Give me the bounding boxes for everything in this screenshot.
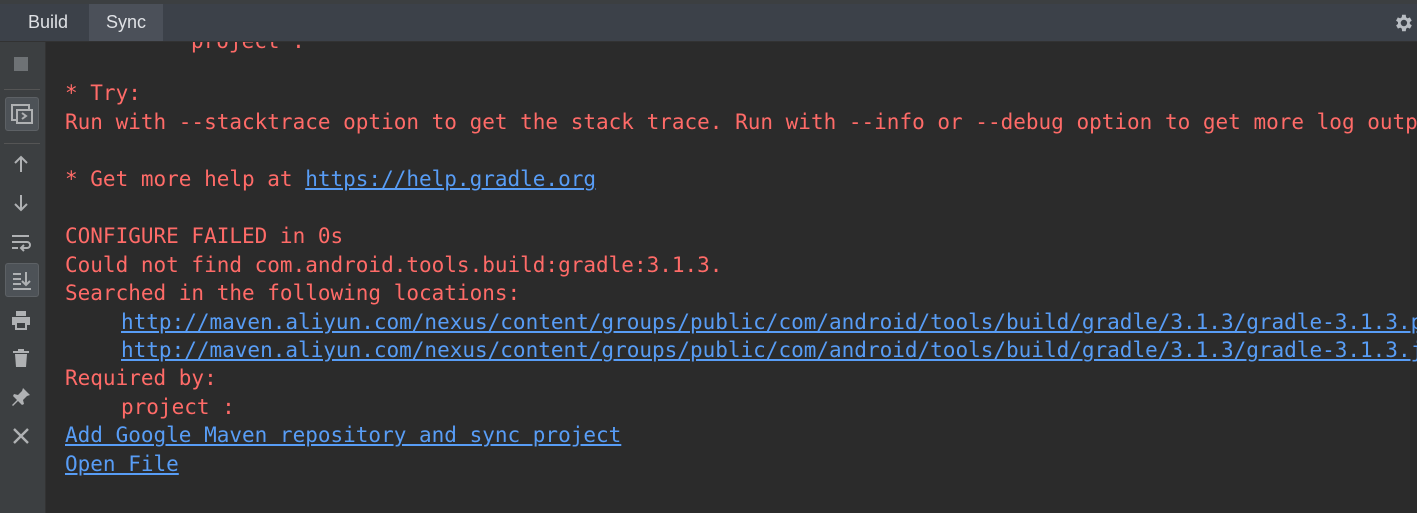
stop-icon <box>14 57 28 71</box>
scroll-to-end-button[interactable] <box>5 263 39 297</box>
close-icon <box>13 428 29 444</box>
try-header: * Try: <box>65 81 141 105</box>
tool-window-tab-bar: Build Sync <box>0 4 1417 42</box>
add-google-maven-link[interactable]: Add Google Maven repository and sync pro… <box>65 421 621 449</box>
tab-build[interactable]: Build <box>8 4 88 41</box>
tab-sync[interactable]: Sync <box>89 4 163 41</box>
print-icon <box>12 311 30 330</box>
toolbar-separator <box>4 89 40 90</box>
required-project-line: project : <box>121 395 235 419</box>
help-line: * Get more help at https://help.gradle.o… <box>65 165 596 193</box>
try-text: Run with --stacktrace option to get the … <box>65 110 1417 134</box>
toggle-view-icon <box>11 104 33 124</box>
stop-button[interactable] <box>5 48 39 82</box>
could-not-find-line: Could not find com.android.tools.build:g… <box>65 253 723 277</box>
toggle-view-button[interactable] <box>5 97 39 131</box>
build-output-console[interactable]: project : * Try: Run with --stacktrace o… <box>46 42 1417 513</box>
configure-failed-line: CONFIGURE FAILED in 0s <box>65 224 344 248</box>
help-link[interactable]: https://help.gradle.org <box>305 167 596 191</box>
console-toolbar <box>0 42 46 513</box>
open-file-link[interactable]: Open File <box>65 450 179 478</box>
trash-icon <box>13 349 29 367</box>
soft-wrap-button[interactable] <box>5 226 39 260</box>
pin-icon <box>12 388 30 406</box>
required-by-line: Required by: <box>65 366 217 390</box>
pin-tab-button[interactable] <box>5 381 39 415</box>
toolbar-separator <box>4 143 40 144</box>
location-link[interactable]: http://maven.aliyun.com/nexus/content/gr… <box>121 336 1417 364</box>
searched-line: Searched in the following locations: <box>65 281 521 305</box>
clear-all-button[interactable] <box>5 342 39 376</box>
close-button[interactable] <box>5 420 39 454</box>
help-prefix: * Get more help at <box>65 167 306 191</box>
next-button[interactable] <box>5 187 39 221</box>
gear-icon[interactable] <box>1392 12 1414 34</box>
location-link[interactable]: http://maven.aliyun.com/nexus/content/gr… <box>121 308 1417 336</box>
clipped-output-line: project : <box>191 42 305 55</box>
print-button[interactable] <box>5 304 39 338</box>
soft-wrap-icon <box>12 235 31 252</box>
arrow-down-icon <box>14 195 28 212</box>
previous-button[interactable] <box>5 148 39 182</box>
scroll-to-end-icon <box>13 272 31 290</box>
arrow-up-icon <box>14 155 28 172</box>
